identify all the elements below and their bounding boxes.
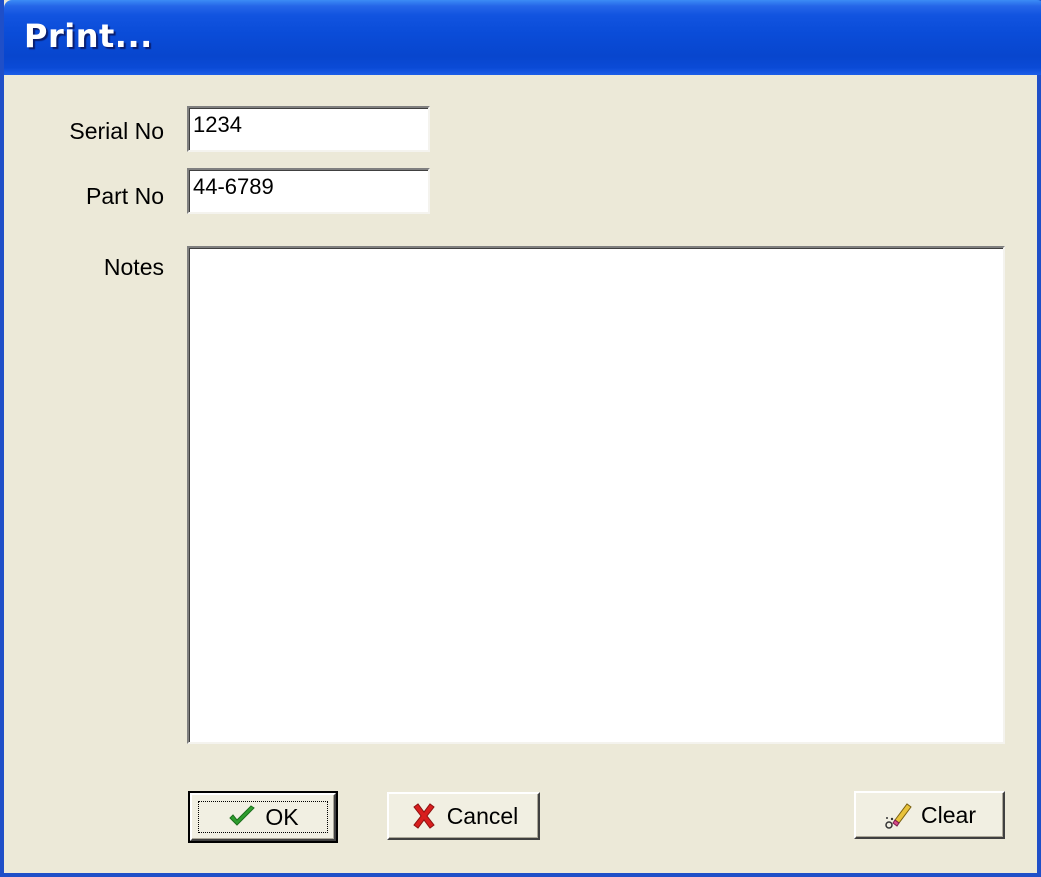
eraser-icon — [885, 803, 912, 829]
serial-no-input[interactable]: 1234 — [187, 106, 430, 152]
notes-label: Notes — [103, 254, 164, 280]
checkmark-icon — [229, 805, 256, 826]
window-title: Print... — [24, 17, 153, 55]
clear-button-label: Clear — [921, 801, 976, 828]
notes-textarea[interactable] — [187, 246, 1005, 744]
focus-ring — [198, 801, 328, 833]
print-dialog: Print... Serial No 1234 Part No 44-6789 … — [0, 0, 1041, 877]
part-no-input[interactable]: 44-6789 — [187, 168, 430, 214]
cancel-button[interactable]: Cancel — [387, 792, 540, 840]
x-mark-icon — [412, 803, 435, 829]
title-bar[interactable]: Print... — [4, 0, 1041, 75]
ok-button[interactable]: OK — [188, 791, 338, 843]
part-no-label: Part No — [86, 183, 164, 209]
serial-no-label: Serial No — [69, 118, 164, 144]
ok-button-label: OK — [265, 803, 299, 830]
cancel-button-label: Cancel — [446, 802, 519, 829]
clear-button[interactable]: Clear — [854, 791, 1005, 839]
